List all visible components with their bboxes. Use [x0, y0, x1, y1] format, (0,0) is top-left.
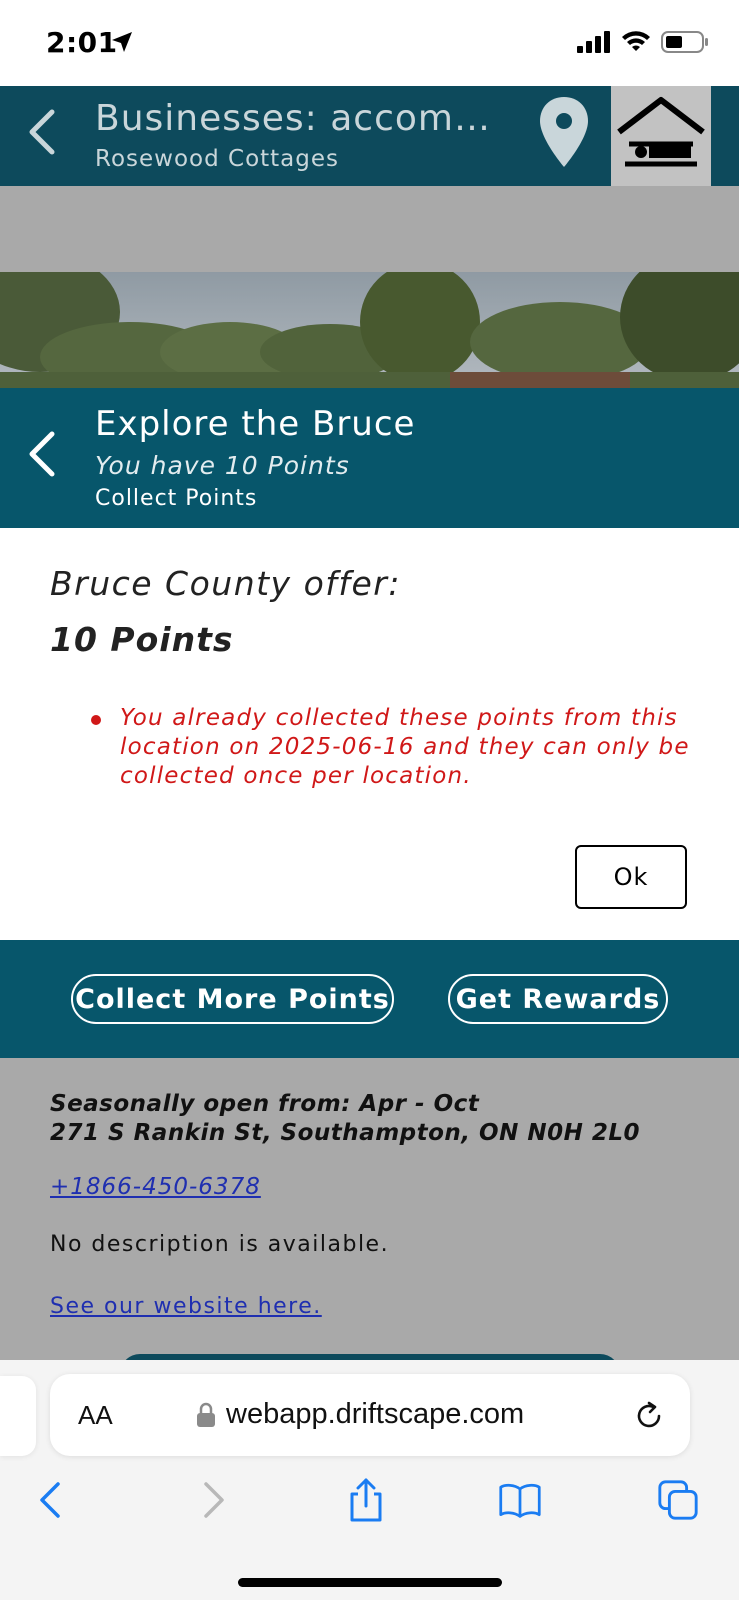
- browser-back-icon[interactable]: [30, 1478, 74, 1522]
- error-message: You already collected these points from …: [120, 705, 690, 789]
- website-link[interactable]: See our website here.: [50, 1294, 322, 1319]
- lock-icon: [197, 1402, 215, 1427]
- header-title: Businesses: accommo...: [95, 98, 515, 139]
- wifi-icon: [622, 31, 650, 51]
- status-time: 2:01: [46, 26, 118, 59]
- tabs-icon[interactable]: [656, 1478, 700, 1522]
- browser-forward-icon[interactable]: [190, 1478, 234, 1522]
- collect-more-points-button[interactable]: Collect More Points: [71, 974, 394, 1024]
- back-chevron-icon[interactable]: [26, 108, 58, 156]
- location-arrow-icon: [112, 32, 132, 52]
- get-rewards-button[interactable]: Get Rewards: [448, 974, 668, 1024]
- overlay-top: [0, 186, 739, 272]
- header-subtitle: Rosewood Cottages: [95, 146, 340, 172]
- section-label: Collect Points: [95, 486, 258, 511]
- ok-button[interactable]: Ok: [575, 845, 687, 909]
- modal-back-chevron-icon[interactable]: [26, 430, 58, 478]
- hero-image: [0, 272, 739, 388]
- modal-title: Explore the Bruce: [95, 404, 416, 444]
- business-address: Seasonally open from: Apr - Oct 271 S Ra…: [50, 1090, 640, 1148]
- previous-tab-peek[interactable]: [0, 1376, 36, 1456]
- offer-points: 10 Points: [50, 620, 234, 659]
- home-indicator: [238, 1578, 502, 1587]
- category-logo: [611, 86, 711, 186]
- season-line: Seasonally open from: Apr - Oct: [50, 1091, 480, 1117]
- phone-link[interactable]: +1866-450-6378: [50, 1174, 261, 1200]
- status-icons: [577, 30, 709, 54]
- reader-aa-button[interactable]: AA: [78, 1400, 113, 1431]
- offer-label: Bruce County offer:: [50, 564, 401, 603]
- battery-icon: [661, 31, 708, 53]
- description-text: No description is available.: [50, 1232, 390, 1257]
- url-text[interactable]: webapp.driftscape.com: [226, 1398, 524, 1431]
- cellular-signal-icon: [577, 31, 610, 53]
- accommodation-icon: [617, 97, 705, 167]
- street-address: 271 S Rankin St, Southampton, ON N0H 2L0: [50, 1120, 641, 1146]
- bookmarks-icon[interactable]: [498, 1478, 542, 1522]
- map-pin-icon[interactable]: [538, 95, 590, 169]
- error-bullet: [91, 715, 101, 725]
- points-balance: You have 10 Points: [95, 451, 350, 480]
- reload-icon[interactable]: [633, 1400, 665, 1432]
- share-icon[interactable]: [344, 1478, 388, 1522]
